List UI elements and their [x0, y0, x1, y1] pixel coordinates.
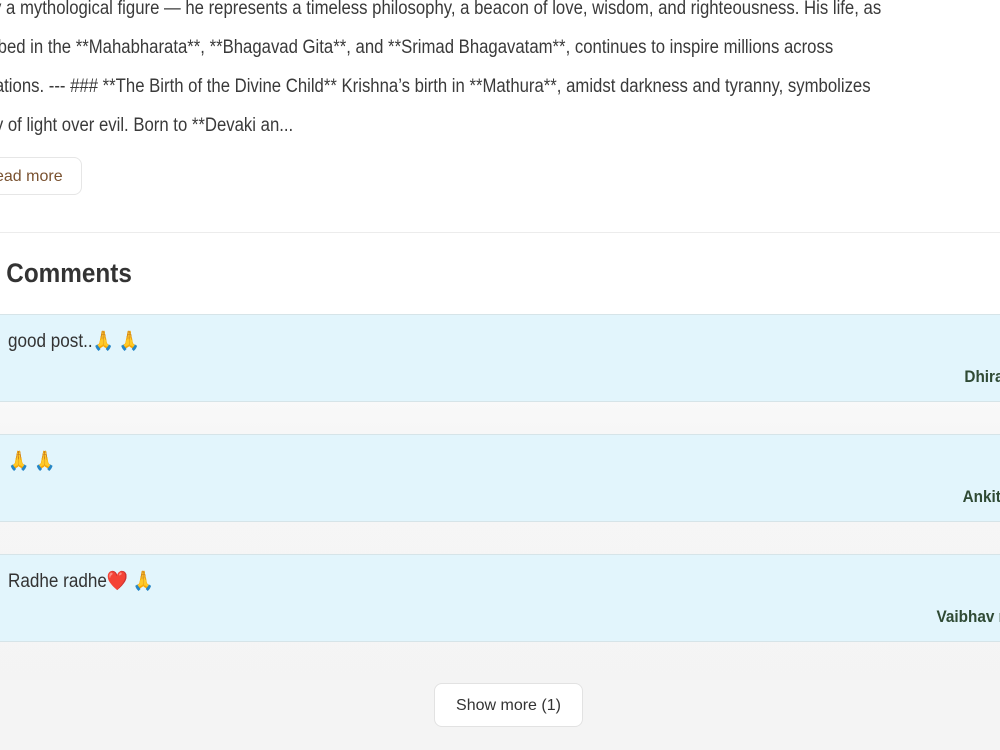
comment-card: good post..🙏 🙏 Dhiraj Sha [0, 314, 1000, 402]
article-line: ely a mythological figure — he represent… [0, 0, 882, 19]
section-divider [0, 232, 1000, 233]
page: ely a mythological figure — he represent… [0, 0, 1000, 750]
comment-card: 🙏 🙏 Ankit yada [0, 434, 1000, 522]
read-more-button[interactable]: ead more [0, 157, 82, 195]
comment-author: Vaibhav mund [936, 607, 1000, 626]
comments-heading: 4 Comments [0, 258, 132, 288]
article-line: erations. --- ### **The Birth of the Div… [0, 76, 871, 97]
comment-text: good post..🙏 🙏 [8, 331, 140, 352]
article-line: cribed in the **Mahabharata**, **Bhagava… [0, 37, 834, 58]
article-excerpt: ely a mythological figure — he represent… [0, 0, 948, 145]
comment-text: 🙏 🙏 [8, 451, 56, 472]
comment-author: Ankit yada [962, 487, 1000, 506]
comment-author: Dhiraj Sha [964, 367, 1000, 386]
show-more-comments-button[interactable]: Show more (1) [434, 683, 583, 727]
article-line: ory of light over evil. Born to **Devaki… [0, 115, 294, 136]
comment-card: Radhe radhe❤️ 🙏 Vaibhav mund [0, 554, 1000, 642]
comment-text: Radhe radhe❤️ 🙏 [8, 571, 155, 592]
